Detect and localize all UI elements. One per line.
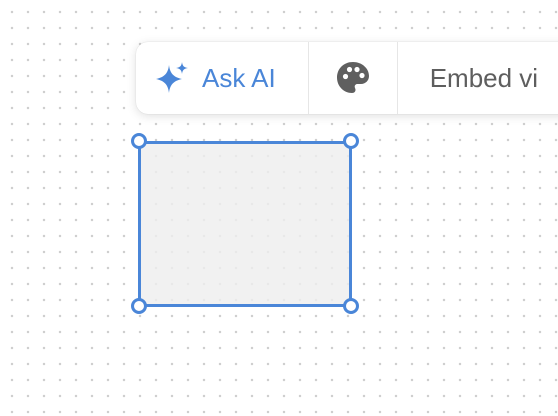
- resize-handle-bottom-right[interactable]: [343, 298, 359, 314]
- ask-ai-button[interactable]: Ask AI: [136, 42, 308, 114]
- resize-handle-top-right[interactable]: [343, 133, 359, 149]
- selected-rectangle-shape[interactable]: [138, 141, 352, 307]
- palette-icon: [336, 62, 369, 93]
- embed-button[interactable]: Embed vi: [398, 42, 538, 114]
- sparkle-icon: [156, 62, 188, 93]
- resize-handle-bottom-left[interactable]: [131, 298, 147, 314]
- context-toolbar: Ask AI Embed vi: [136, 42, 558, 114]
- whiteboard-canvas[interactable]: Ask AI Embed vi: [0, 0, 558, 416]
- embed-label: Embed vi: [429, 62, 539, 93]
- resize-handle-top-left[interactable]: [131, 133, 147, 149]
- style-button[interactable]: [309, 42, 397, 114]
- ask-ai-label: Ask AI: [202, 62, 276, 93]
